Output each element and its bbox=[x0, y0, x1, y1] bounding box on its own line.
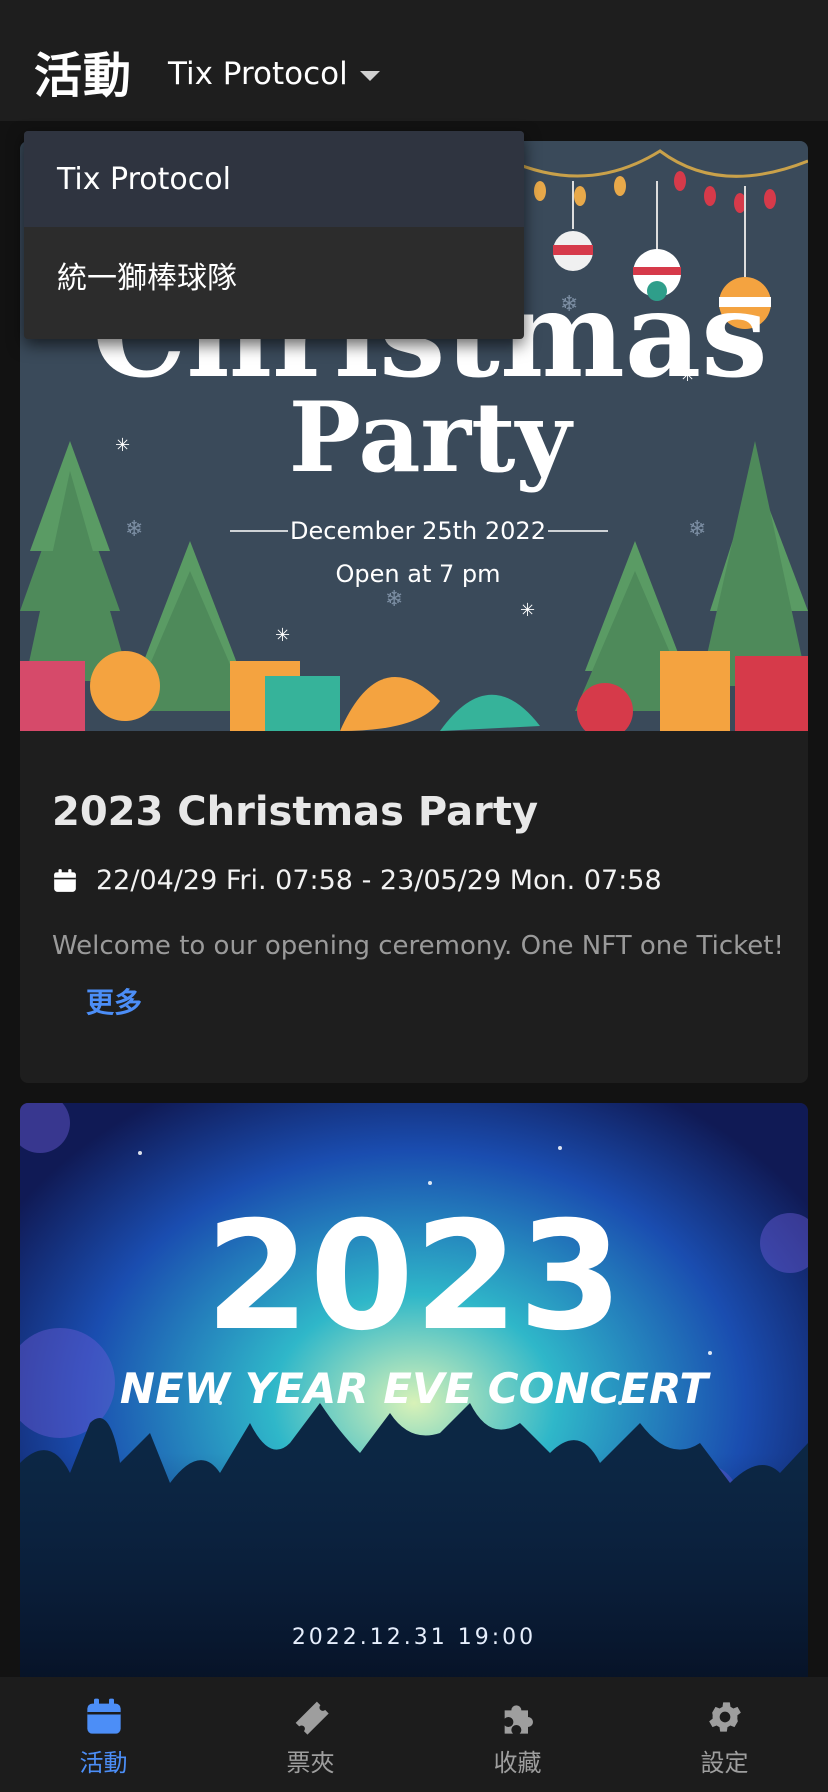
puzzle-icon bbox=[504, 1705, 533, 1734]
event-description: Welcome to our opening ceremony. One NFT… bbox=[52, 931, 784, 961]
org-option-uni-lions[interactable]: 統一獅棒球隊 bbox=[24, 227, 524, 323]
event-card[interactable]: 2023 NEW YEAR EVE CONCERT 2022.12.31 19:… bbox=[20, 1103, 808, 1677]
svg-text:❄: ❄ bbox=[385, 587, 403, 612]
app-bar: 活動 Tix Protocol bbox=[0, 0, 828, 121]
calendar-icon bbox=[54, 868, 76, 892]
svg-text:❄: ❄ bbox=[125, 517, 143, 542]
nav-label-events: 活動 bbox=[79, 1749, 128, 1777]
org-selector-label: Tix Protocol bbox=[168, 56, 348, 92]
banner-title-line2: Party bbox=[289, 381, 575, 494]
page-title: 活動 bbox=[34, 48, 133, 104]
banner-subtitle: NEW YEAR EVE CONCERT bbox=[120, 1364, 712, 1413]
gear-icon bbox=[708, 1702, 741, 1732]
event-list[interactable]: ❄❄❄❄ ✳✳✳✳ Christmas Party December 25th … bbox=[0, 121, 828, 1677]
org-option-tix-protocol[interactable]: Tix Protocol bbox=[24, 131, 524, 227]
concert-date: 2022.12.31 19:00 bbox=[291, 1625, 537, 1650]
event-banner: 2023 NEW YEAR EVE CONCERT bbox=[20, 1103, 808, 1677]
banner-year: 2023 bbox=[205, 1190, 622, 1364]
org-dropdown-menu: Tix Protocol 統一獅棒球隊 bbox=[24, 131, 524, 339]
dropdown-caret-icon bbox=[359, 71, 380, 81]
event-datetime: 22/04/29 Fri. 07:58 - 23/05/29 Mon. 07:5… bbox=[96, 865, 662, 896]
svg-text:❄: ❄ bbox=[688, 517, 706, 542]
calendar-icon bbox=[86, 1698, 121, 1734]
nav-item-settings[interactable]: 設定 bbox=[621, 1677, 828, 1792]
org-selector[interactable]: Tix Protocol bbox=[168, 56, 380, 92]
svg-text:✳: ✳ bbox=[275, 625, 290, 646]
event-datetime-row: 22/04/29 Fri. 07:58 - 23/05/29 Mon. 07:5… bbox=[52, 865, 662, 896]
banner-time: Open at 7 pm bbox=[336, 560, 501, 588]
bottom-nav: 活動 票夾 收藏 設定 bbox=[0, 1677, 828, 1792]
nav-label-settings: 設定 bbox=[700, 1749, 749, 1777]
event-title: 2023 Christmas Party bbox=[52, 789, 539, 835]
more-link[interactable]: 更多 bbox=[86, 981, 142, 1021]
ticket-icon bbox=[295, 1701, 329, 1735]
nav-item-collection[interactable]: 收藏 bbox=[414, 1677, 621, 1792]
banner-date: December 25th 2022 bbox=[290, 517, 546, 545]
nav-label-collection: 收藏 bbox=[493, 1749, 542, 1777]
svg-text:✳: ✳ bbox=[520, 600, 535, 621]
nav-item-events[interactable]: 活動 bbox=[0, 1677, 207, 1792]
svg-text:✳: ✳ bbox=[115, 435, 130, 456]
nav-label-tickets: 票夾 bbox=[286, 1749, 335, 1777]
nav-item-tickets[interactable]: 票夾 bbox=[207, 1677, 414, 1792]
